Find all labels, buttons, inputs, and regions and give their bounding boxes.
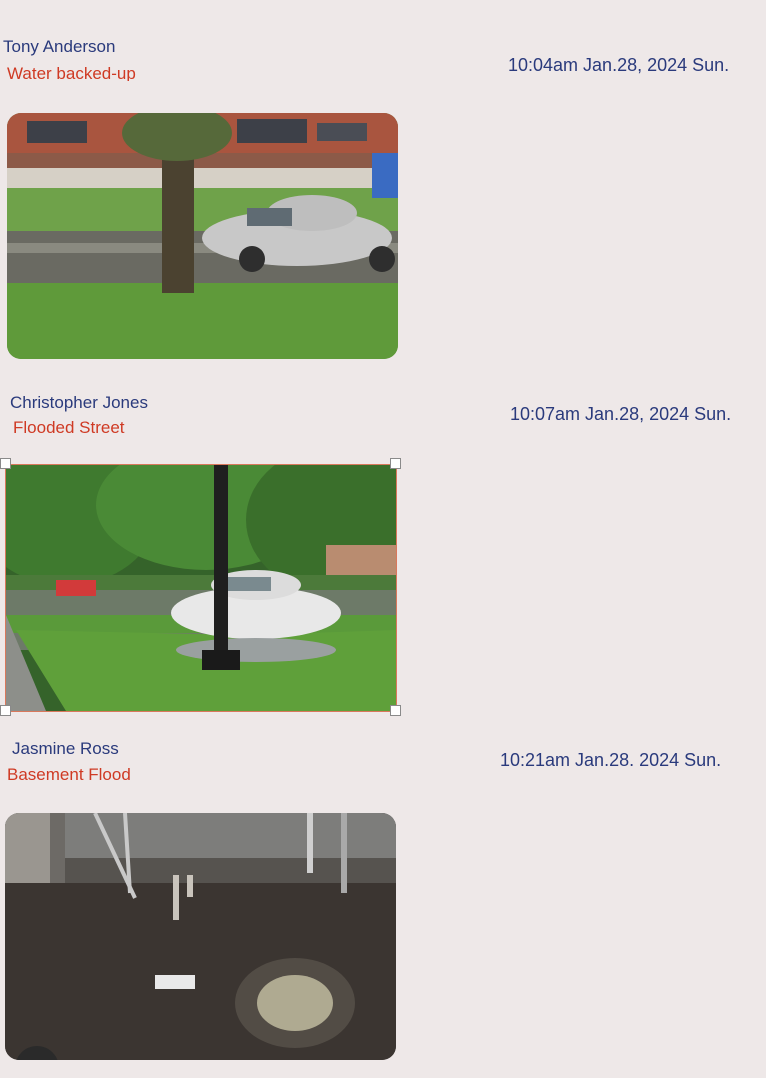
report-time: 10:21am Jan.28. 2024 Sun. xyxy=(500,750,722,770)
report-time: 10:07am Jan.28, 2024 Sun. xyxy=(510,404,732,424)
reporter-name: Jasmine Ross xyxy=(12,739,119,758)
report-category: Water backed-up xyxy=(7,64,136,81)
report-category: Flooded Street xyxy=(13,418,125,437)
reporter-name: Christopher Jones xyxy=(10,393,148,412)
reporter-name: Tony Anderson xyxy=(3,37,116,56)
flooded-street-car-lamppost-photo[interactable] xyxy=(5,464,397,712)
resize-handle-bottom-right[interactable] xyxy=(390,705,401,716)
resize-handle-top-left[interactable] xyxy=(0,458,11,469)
resize-handle-bottom-left[interactable] xyxy=(0,705,11,716)
flooded-basement-photo[interactable] xyxy=(5,813,396,1060)
report-time: 10:04am Jan.28, 2024 Sun. xyxy=(508,55,730,75)
flooded-street-car-tree-photo[interactable] xyxy=(7,113,398,359)
resize-handle-top-right[interactable] xyxy=(390,458,401,469)
report-category: Basement Flood xyxy=(7,765,131,784)
